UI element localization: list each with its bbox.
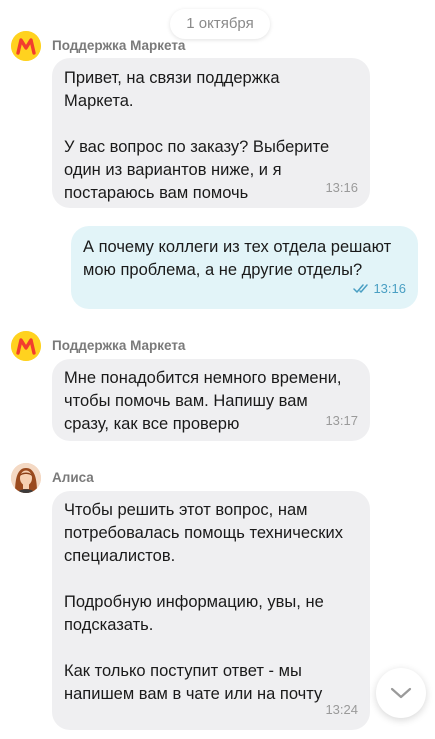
time-label: 13:16	[373, 281, 406, 296]
message-time: 13:17	[325, 413, 358, 428]
incoming-message: Чтобы решить этот вопрос, нам потребовал…	[52, 491, 370, 730]
message-text: Мне понадобится немного времени, чтобы п…	[64, 369, 342, 433]
message-time: 13:16	[325, 180, 358, 195]
incoming-message: Привет, на связи поддержка Маркета. У ва…	[52, 58, 370, 208]
message-text: А почему коллеги из тех отдела решают мо…	[83, 238, 392, 279]
market-logo-icon	[11, 331, 41, 361]
chevron-down-icon	[390, 687, 412, 699]
outgoing-message: А почему коллеги из тех отдела решают мо…	[71, 226, 418, 309]
user-avatar	[11, 463, 41, 493]
date-separator: 1 октября	[170, 9, 270, 39]
sender-name: Поддержка Маркета	[52, 38, 186, 53]
market-logo-icon	[11, 31, 41, 61]
double-check-icon	[353, 284, 369, 293]
message-text: Чтобы решить этот вопрос, нам потребовал…	[64, 501, 343, 703]
sender-name: Поддержка Маркета	[52, 338, 186, 353]
message-time: 13:24	[325, 702, 358, 717]
incoming-message: Мне понадобится немного времени, чтобы п…	[52, 359, 370, 441]
message-time-with-status: 13:16	[353, 277, 406, 300]
scroll-down-button[interactable]	[376, 668, 426, 718]
sender-name: Алиса	[52, 470, 94, 485]
message-text: Привет, на связи поддержка Маркета. У ва…	[64, 69, 330, 202]
